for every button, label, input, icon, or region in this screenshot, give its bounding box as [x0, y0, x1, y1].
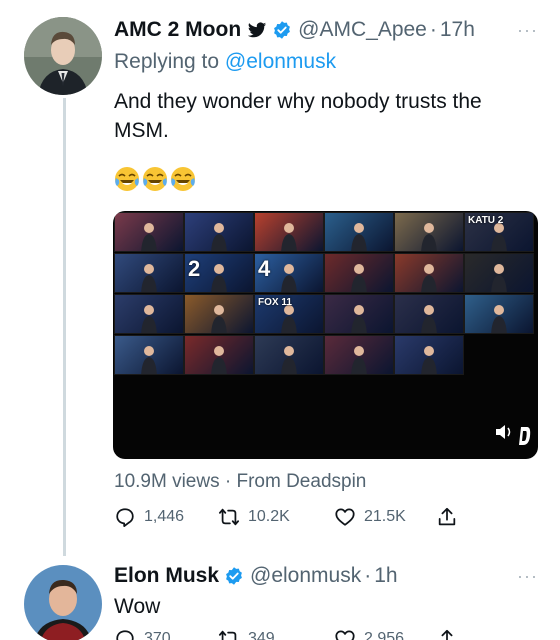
deadspin-logo-icon: [519, 427, 531, 445]
replying-to-label: Replying to: [114, 50, 220, 73]
share-button[interactable]: [436, 628, 458, 640]
news-clip-tile: KATU 2: [464, 212, 534, 252]
news-clip-tile: [394, 212, 464, 252]
retweet-icon: [218, 630, 237, 640]
news-clip-tile: [394, 253, 464, 293]
station-logo-text: 2: [188, 256, 201, 281]
more-options-icon[interactable]: ···: [517, 20, 538, 41]
timestamp[interactable]: 17h: [440, 18, 475, 42]
retweet-button[interactable]: 349: [218, 628, 334, 640]
face-with-tears-of-joy-icon: [171, 167, 195, 191]
tweet-text: And they wonder why nobody trusts the MS…: [114, 87, 482, 145]
tweet-header: AMC 2 Moon @AMC_Apee · 17h: [114, 18, 475, 42]
news-clip-tile: 4: [254, 253, 324, 293]
like-count: 2,956: [364, 630, 405, 640]
volume-icon[interactable]: [494, 423, 514, 441]
reply-button[interactable]: 370: [114, 628, 218, 640]
like-button[interactable]: 2,956: [334, 628, 436, 640]
news-clip-tile: [324, 212, 394, 252]
retweet-icon: [218, 508, 240, 526]
emoji-row: [114, 166, 196, 192]
reply-count: 1,446: [144, 508, 185, 525]
retweet-count: 10.2K: [248, 508, 290, 525]
replying-to: Replying to @elonmusk: [114, 50, 336, 74]
like-count: 21.5K: [364, 508, 406, 525]
news-clip-tile: [184, 294, 254, 334]
thread-line: [63, 98, 66, 556]
avatar-elon[interactable]: [24, 565, 102, 640]
news-clip-tile: FOX 11: [254, 294, 324, 334]
tweet-text-line-2: MSM.: [114, 119, 169, 142]
news-clip-tile: [324, 253, 394, 293]
face-with-tears-of-joy-icon: [115, 167, 139, 191]
news-clip-tile: [394, 335, 464, 375]
tweet-amc[interactable]: AMC 2 Moon @AMC_Apee · 17h ··· Replying …: [0, 0, 560, 560]
video-player[interactable]: KATU 2 2 4 FOX 11: [113, 211, 538, 459]
action-bar: 370 349 2,956: [114, 628, 534, 640]
separator-dot: ·: [364, 564, 372, 587]
share-icon: [439, 629, 455, 640]
author-name[interactable]: AMC 2 Moon: [114, 18, 241, 42]
news-clip-tile: [394, 294, 464, 334]
news-clip-tile: 2: [184, 253, 254, 293]
timestamp[interactable]: 1h: [374, 564, 397, 588]
station-logo-text: KATU 2: [468, 215, 504, 226]
news-clip-tile: [254, 212, 324, 252]
heart-icon: [335, 508, 355, 526]
news-clip-tile: [324, 335, 394, 375]
verified-badge-icon: [274, 21, 291, 39]
news-clip-tile: [254, 335, 324, 375]
verified-badge-icon: [226, 567, 242, 585]
twitter-bird-icon: [247, 22, 267, 38]
retweet-button[interactable]: 10.2K: [218, 506, 334, 528]
reply-count: 370: [144, 630, 171, 640]
station-logo-text: FOX 11: [258, 297, 292, 308]
tweet-text: Wow: [114, 595, 161, 618]
news-clip-tile: [324, 294, 394, 334]
retweet-count: 349: [248, 630, 275, 640]
avatar-amc[interactable]: [24, 17, 102, 95]
station-logo-text: 4: [258, 256, 271, 281]
share-button[interactable]: [436, 506, 458, 528]
news-clip-tile: [114, 294, 184, 334]
news-clip-tile: [114, 212, 184, 252]
face-with-tears-of-joy-icon: [143, 167, 167, 191]
news-clip-tile: [184, 335, 254, 375]
tweet-text-line-1: And they wonder why nobody trusts the: [114, 90, 482, 113]
news-clip-tile: [464, 294, 534, 334]
author-handle[interactable]: @elonmusk: [250, 564, 361, 588]
action-bar: 1,446 10.2K 21.5K: [114, 506, 534, 528]
view-count[interactable]: 10.9M views · From Deadspin: [114, 471, 366, 493]
tweet-header: Elon Musk @elonmusk · 1h: [114, 564, 398, 588]
news-clip-tile: [184, 212, 254, 252]
reply-icon: [116, 630, 134, 640]
share-icon: [438, 507, 456, 526]
mention-link[interactable]: @elonmusk: [225, 50, 336, 73]
reply-button[interactable]: 1,446: [114, 506, 218, 528]
like-button[interactable]: 21.5K: [334, 506, 436, 528]
tweet-elon[interactable]: Elon Musk @elonmusk · 1h ··· Wow 370 349…: [0, 560, 560, 640]
separator-dot: ·: [429, 18, 437, 41]
news-clip-tile: [464, 253, 534, 293]
author-name[interactable]: Elon Musk: [114, 564, 219, 588]
news-clip-tile: [114, 253, 184, 293]
news-clip-tile: [114, 335, 184, 375]
reply-icon: [116, 508, 134, 528]
author-handle[interactable]: @AMC_Apee: [298, 18, 427, 42]
more-options-icon[interactable]: ···: [517, 566, 538, 587]
heart-icon: [335, 630, 355, 640]
